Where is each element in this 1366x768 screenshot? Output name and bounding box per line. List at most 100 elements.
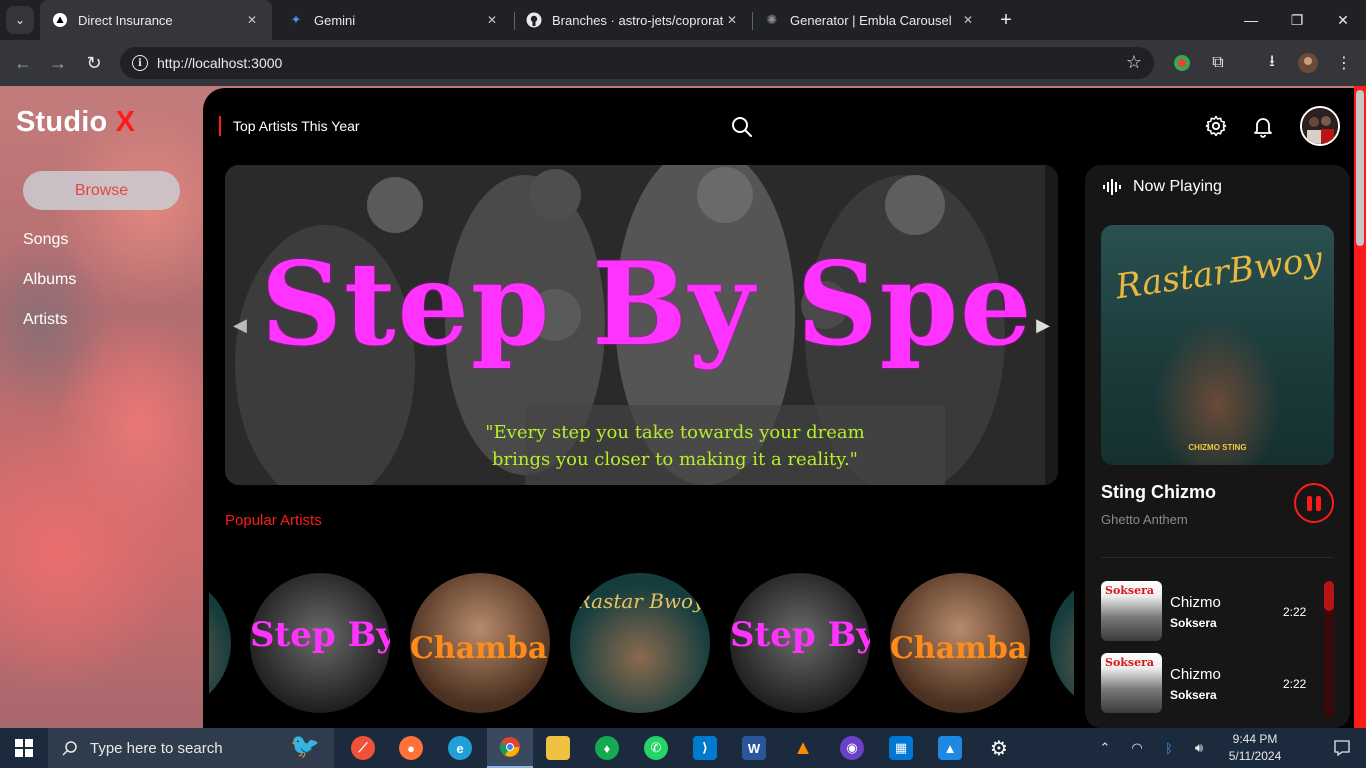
taskbar-app-vlc[interactable]: ▲ [780, 728, 826, 768]
search-icon[interactable] [730, 115, 754, 139]
hero-banner[interactable]: Step By Spe "Every step you take towards… [225, 165, 1058, 485]
tab-title: Gemini [314, 12, 356, 28]
artist-card[interactable] [1050, 573, 1074, 713]
user-avatar[interactable] [1300, 106, 1340, 146]
taskbar-app-vscode[interactable]: ⟩ [682, 728, 728, 768]
close-icon[interactable]: ✕ [244, 12, 260, 28]
nav-artists[interactable]: Artists [23, 311, 67, 329]
tab-branches[interactable]: Branches · astro-jets/coprorate... ✕ [514, 0, 752, 40]
now-playing-header: Now Playing [1103, 178, 1222, 196]
artist-card-label: Chamba 7 [410, 631, 550, 666]
tab-gemini[interactable]: ✦ Gemini ✕ [276, 0, 512, 40]
taskbar-app-whatsapp[interactable]: ✆ [633, 728, 679, 768]
page-scrollbar-thumb[interactable] [1356, 90, 1364, 246]
url-text: http://localhost:3000 [157, 55, 283, 71]
taskbar-app-explorer[interactable] [535, 728, 581, 768]
artist-card-label: Step By Spe [730, 615, 870, 655]
taskbar-search-placeholder: Type here to search [90, 739, 223, 757]
artist-card[interactable]: Rastar Bwoy [570, 573, 710, 713]
search-icon [62, 741, 77, 756]
queue-scrollbar[interactable] [1324, 581, 1334, 718]
vercel-triangle-icon [52, 12, 68, 28]
back-button[interactable]: ← [8, 48, 38, 78]
firefox-icon: ● [399, 736, 423, 760]
track-thumbnail: Soksera [1101, 653, 1162, 713]
sound-wave-icon [1103, 179, 1121, 195]
github-icon [526, 12, 542, 28]
extension-icon[interactable] [1170, 51, 1194, 75]
queue-item[interactable]: Soksera Chizmo Soksera 2:22 [1101, 581, 1321, 641]
tab-direct-insurance[interactable]: Direct Insurance ✕ [40, 0, 272, 40]
bell-icon[interactable] [1251, 114, 1275, 138]
nav-songs[interactable]: Songs [23, 231, 68, 249]
gear-icon: ⚙ [990, 737, 1008, 760]
tab-embla[interactable]: ✺ Generator | Embla Carousel ✕ [752, 0, 988, 40]
taskbar-app-photos[interactable]: ▲ [927, 728, 973, 768]
reload-button[interactable]: ↻ [79, 48, 109, 78]
carousel-next-icon[interactable]: ▶ [1036, 315, 1050, 336]
tray-chevron-icon[interactable]: ⌃ [1094, 728, 1116, 768]
taskbar-app-settings[interactable]: ⚙ [976, 728, 1022, 768]
bookmark-star-icon[interactable]: ☆ [1126, 52, 1142, 73]
close-icon[interactable]: ✕ [960, 12, 976, 28]
address-bar[interactable]: i http://localhost:3000 ☆ [120, 47, 1154, 79]
brand-accent: X [115, 106, 136, 138]
artist-card[interactable] [209, 573, 231, 713]
profile-avatar[interactable] [1296, 51, 1320, 75]
download-icon[interactable]: ⭳ [1260, 51, 1284, 75]
hero-quote-line: "Every step you take towards your dream [485, 422, 865, 443]
restore-button[interactable]: ❐ [1274, 0, 1320, 40]
whatsapp-icon: ✆ [644, 736, 668, 760]
start-button[interactable] [0, 728, 48, 768]
track-name: Chizmo [1170, 666, 1221, 683]
volume-icon[interactable]: 🔊︎ [1188, 728, 1210, 768]
bluetooth-icon[interactable]: ᛒ [1158, 728, 1180, 768]
taskbar-app-chrome[interactable] [487, 728, 533, 768]
embla-icon: ✺ [766, 12, 778, 27]
vlc-cone-icon: ▲ [793, 736, 813, 759]
taskbar-clock[interactable]: 9:44 PM 5/11/2024 [1220, 731, 1290, 765]
network-icon[interactable]: ◠ [1126, 728, 1148, 768]
album-art: RastarBwoy CHIZMO STING [1101, 225, 1334, 465]
artist-card[interactable]: Chamba 7 [410, 573, 550, 713]
hero-quote: "Every step you take towards your dream … [225, 419, 1058, 473]
word-icon: W [742, 736, 766, 760]
calendar-icon: ▦ [889, 736, 913, 760]
queue-scrollbar-thumb[interactable] [1324, 581, 1334, 611]
swift-icon: ⟋ [351, 736, 375, 760]
gear-icon[interactable] [1204, 114, 1228, 138]
taskbar-app-github-desktop[interactable]: ◉ [829, 728, 875, 768]
minimize-button[interactable]: — [1228, 0, 1274, 40]
taskbar-app-swift[interactable]: ⟋ [340, 728, 386, 768]
artist-card[interactable]: Step By Spe [730, 573, 870, 713]
window-close-button[interactable]: ✕ [1320, 0, 1366, 40]
carousel-prev-icon[interactable]: ◀ [233, 315, 247, 336]
album-art-subtitle: CHIZMO STING [1188, 443, 1247, 452]
taskbar-app-calendar[interactable]: ▦ [878, 728, 924, 768]
site-info-icon[interactable]: i [132, 55, 148, 71]
tab-search-button[interactable]: ⌄ [6, 6, 34, 34]
close-icon[interactable]: ✕ [484, 12, 500, 28]
chrome-icon [500, 737, 520, 757]
clock-time: 9:44 PM [1232, 732, 1278, 746]
pause-button[interactable] [1294, 483, 1334, 523]
nav-browse[interactable]: Browse [23, 171, 180, 210]
queue-item[interactable]: Soksera Chizmo Soksera 2:22 [1101, 653, 1321, 713]
taskbar-app-firefox[interactable]: ● [388, 728, 434, 768]
notification-center-button[interactable] [1318, 728, 1366, 768]
extensions-puzzle-icon[interactable]: ⧉ [1206, 51, 1230, 75]
taskbar-search[interactable]: Type here to search 🐦 [48, 728, 334, 768]
taskbar-app-word[interactable]: W [731, 728, 777, 768]
taskbar-app-edge[interactable]: e [437, 728, 483, 768]
new-tab-button[interactable]: + [994, 8, 1018, 32]
forward-button[interactable]: → [43, 48, 73, 78]
artist-card[interactable]: Step By Spe [250, 573, 390, 713]
track-thumbnail: Soksera [1101, 581, 1162, 641]
nav-albums[interactable]: Albums [23, 271, 76, 289]
artist-card[interactable]: Chamba 7 [890, 573, 1030, 713]
page-scrollbar[interactable] [1354, 86, 1366, 728]
brand-logo[interactable]: Studio X [16, 106, 135, 139]
more-menu-icon[interactable]: ⋮ [1332, 51, 1356, 75]
close-icon[interactable]: ✕ [724, 12, 740, 28]
taskbar-app-mongodb[interactable]: ♦ [584, 728, 630, 768]
